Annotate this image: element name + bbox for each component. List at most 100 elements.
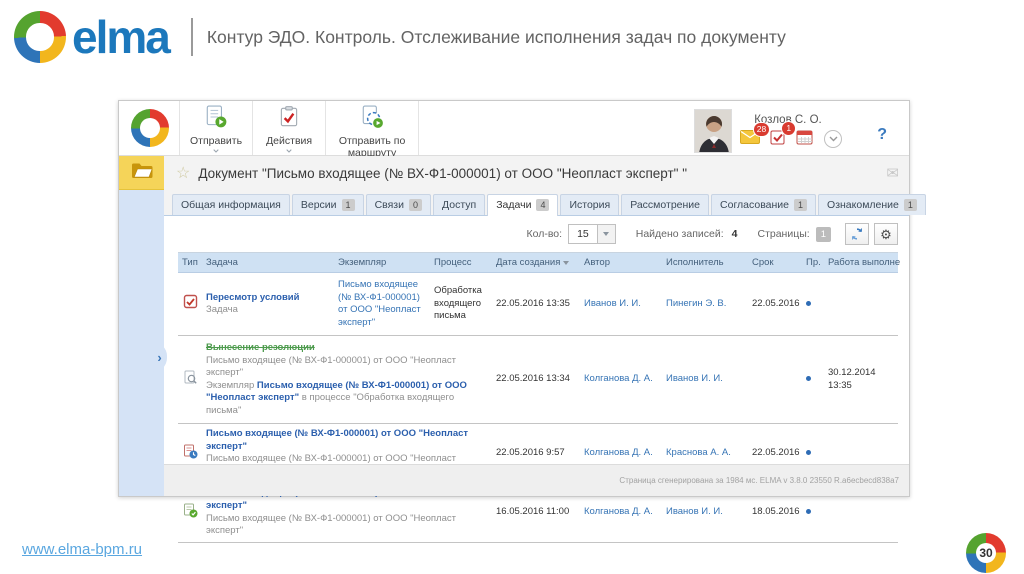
priority-dot [806,376,811,382]
author-link[interactable]: Колганова Д. А. [584,373,653,384]
executor-link[interactable]: Иванов И. И. [666,373,723,384]
task-link[interactable]: Пересмотр условий [206,292,299,303]
col-author[interactable]: Автор [580,253,662,272]
col-created-label: Дата создания [496,257,561,268]
table-row[interactable]: Вынесение резолюции Письмо входящее (№ В… [178,336,898,425]
col-type[interactable]: Тип [178,253,202,272]
author-link[interactable]: Колганова Д. А. [584,506,653,517]
app-window: Отправить Действия Отправить по маршруту… [118,100,926,543]
completed-task-title[interactable]: Вынесение резолюции [206,342,315,353]
tab-label: Рассмотрение [630,199,701,211]
due-date: 22.05.2016 [752,447,800,459]
chevron-down-icon [596,225,615,243]
route-document-icon [360,105,384,134]
tab-acquaintance[interactable]: Ознакомление 1 [818,194,926,215]
actions-button[interactable]: Действия [253,101,325,155]
priority-dot [806,450,811,456]
user-menu-button[interactable] [824,130,843,148]
work-done-date [824,509,900,517]
user-avatar[interactable] [694,109,733,153]
chevron-right-icon: › [157,349,162,365]
col-process[interactable]: Процесс [430,253,492,272]
tasks-table: Тип Задача Экземпляр Процесс Дата создан… [178,252,900,543]
generation-info: Страница сгенерирована за 1984 мс. ELMA … [619,476,899,485]
author-link[interactable]: Колганова Д. А. [584,447,653,458]
elma-logo-icon [14,11,66,63]
messages-button[interactable]: 28 [740,121,771,149]
tab-approval[interactable]: Согласование 1 [711,194,817,215]
chevron-down-icon [286,149,292,153]
col-due[interactable]: Срок [748,253,802,272]
table-row[interactable]: Пересмотр условий Задача Письмо входящее … [178,273,900,337]
page-number: 30 [979,546,993,560]
tab-label: Версии [300,199,337,211]
site-link[interactable]: www.elma-bpm.ru [22,541,142,558]
found-label: Найдено записей: [635,228,724,240]
tab-label: Ознакомление [827,199,899,211]
tab-badge: 1 [341,199,355,211]
tab-general[interactable]: Общая информация [172,194,290,215]
priority-dot [806,509,811,515]
tab-badge: 1 [794,199,808,211]
due-date [748,374,802,386]
created-date: 22.05.2016 13:35 [496,297,570,309]
count-label: Кол-во: [526,228,563,240]
elma-wordmark: elma [72,11,171,63]
tabs-bar: Общая информация Версии 1 Связи 0 Доступ З… [164,190,926,216]
help-button[interactable]: ? [863,112,901,144]
current-page-badge[interactable]: 1 [815,226,831,242]
col-priority[interactable]: Пр. [802,253,824,272]
settings-button[interactable]: ⚙ [874,223,898,245]
send-document-icon [204,105,228,134]
refresh-icon [852,228,862,240]
col-executor[interactable]: Исполнитель [662,253,748,272]
gear-icon: ⚙ [880,226,892,242]
documents-section-button[interactable] [119,156,164,190]
page-number-badge: 30 [966,533,1006,573]
col-created[interactable]: Дата создания [492,253,580,272]
send-button-label: Отправить [190,135,243,147]
calendar-button[interactable] [796,129,814,150]
tasks-button[interactable]: 1 [770,120,797,150]
tab-label: Согласование [720,199,790,211]
instance-link[interactable]: Письмо входящее (№ ВХ-Ф1-000001) от ООО … [338,279,421,328]
page-size-select[interactable]: 15 [568,224,616,244]
task-link[interactable]: Письмо входящее (№ ВХ-Ф1-000001) от ООО … [206,428,468,452]
send-button[interactable]: Отправить [180,101,252,155]
tab-tasks[interactable]: Задачи 4 [487,194,559,216]
executor-link[interactable]: Иванов И. И. [666,506,723,517]
tasks-count-badge: 1 [781,120,797,136]
tab-badge: 0 [408,199,422,211]
due-date: 18.05.2016 [752,506,800,518]
executor-link[interactable]: Пинегин Э. В. [666,298,726,309]
col-work-done[interactable]: Работа выполнена [824,253,900,272]
found-count: 4 [731,228,738,240]
favorite-star-icon[interactable]: ☆ [176,163,190,183]
envelope-icon[interactable]: ✉ [886,164,899,182]
executor-link[interactable]: Краснова А. А. [666,447,731,458]
overdue-doc-type-icon [183,444,198,464]
toolbar-user-area: Козлов С. О. 28 1 ? [694,101,909,155]
tab-access[interactable]: Доступ [433,194,486,215]
refresh-button[interactable] [845,223,869,245]
tab-history[interactable]: История [560,194,620,215]
send-by-route-button[interactable]: Отправить по маршруту [326,101,418,159]
tab-badge: 4 [536,199,550,211]
slide-title: Контур ЭДО. Контроль. Отслеживание испол… [206,26,786,47]
col-instance[interactable]: Экземпляр [334,253,430,272]
created-date: 16.05.2016 11:00 [496,506,570,518]
work-done-date [824,298,900,310]
task-subtitle: Задача [206,304,238,316]
tab-review[interactable]: Рассмотрение [621,194,710,215]
task-type-icon [183,294,198,314]
author-link[interactable]: Иванов И. И. [584,298,641,309]
document-titlebar: ☆ Документ "Письмо входящее (№ ВХ-Ф1-000… [164,156,909,190]
col-task[interactable]: Задача [202,253,334,272]
window-footer: Страница сгенерирована за 1984 мс. ELMA … [164,464,909,496]
toolbar-separator [418,101,420,155]
tab-versions[interactable]: Версии 1 [291,194,364,215]
sort-desc-icon [563,260,570,265]
tab-links[interactable]: Связи 0 [365,194,431,215]
done-doc-type-icon [183,503,198,523]
calendar-icon [796,129,814,150]
